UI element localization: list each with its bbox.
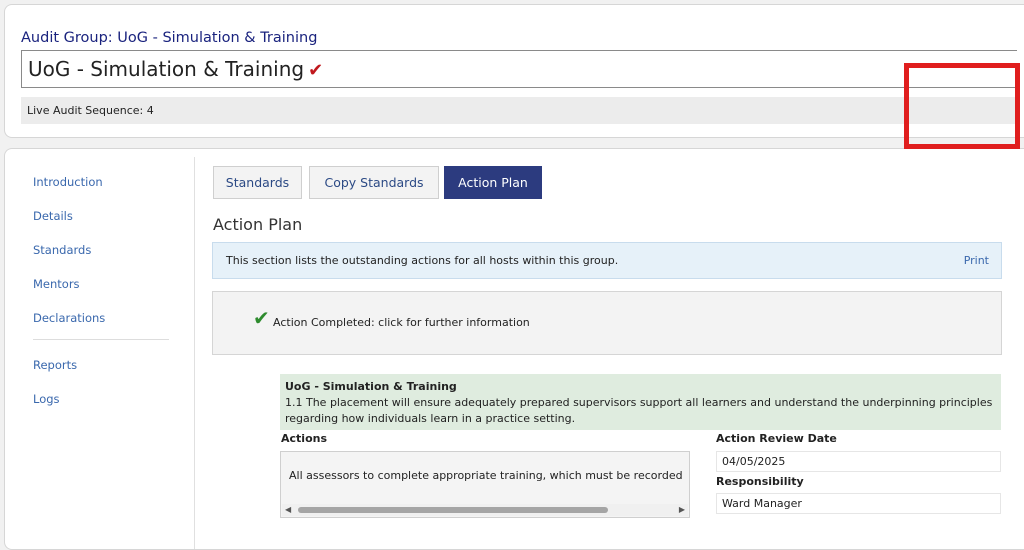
- info-text: This section lists the outstanding actio…: [226, 254, 619, 267]
- live-audit-sequence: Live Audit Sequence: 4: [21, 97, 1017, 124]
- standard-description: 1.1 The placement will ensure adequately…: [285, 396, 993, 425]
- standard-name: UoG - Simulation & Training: [285, 380, 457, 393]
- standard-box: UoG - Simulation & Training 1.1 The plac…: [280, 374, 1001, 430]
- sidebar-item-introduction[interactable]: Introduction: [33, 171, 173, 205]
- sidebar-item-reports[interactable]: Reports: [33, 354, 173, 388]
- horizontal-scrollbar[interactable]: ◀ ▶: [282, 504, 688, 516]
- actions-header: Actions: [281, 432, 327, 445]
- red-check-icon: ✔: [308, 60, 324, 81]
- green-check-icon: ✔: [253, 306, 270, 330]
- sidebar-divider: [33, 339, 169, 340]
- print-link[interactable]: Print: [964, 243, 989, 278]
- tab-action-plan[interactable]: Action Plan: [444, 166, 542, 199]
- sidebar-item-declarations[interactable]: Declarations: [33, 307, 173, 341]
- scroll-left-icon[interactable]: ◀: [285, 505, 291, 514]
- scrollbar-thumb[interactable]: [298, 507, 608, 513]
- highlight-box: [904, 63, 1020, 149]
- audit-title: UoG - Simulation & Training: [28, 57, 305, 81]
- sidebar-item-details[interactable]: Details: [33, 205, 173, 239]
- action-text: All assessors to complete appropriate tr…: [289, 469, 683, 482]
- tab-standards[interactable]: Standards: [213, 166, 302, 199]
- responsibility-header: Responsibility: [716, 475, 804, 488]
- audit-header-card: Audit Group: UoG - Simulation & Training…: [4, 4, 1024, 138]
- audit-title-box: UoG - Simulation & Training ✔: [21, 50, 1017, 88]
- sidebar-item-mentors[interactable]: Mentors: [33, 273, 173, 307]
- main-card: Introduction Details Standards Mentors D…: [4, 148, 1024, 550]
- review-date-value: 04/05/2025: [716, 451, 1001, 472]
- sidebar-item-logs[interactable]: Logs: [33, 388, 173, 422]
- sidebar-nav: Introduction Details Standards Mentors D…: [33, 171, 173, 422]
- tab-copy-standards[interactable]: Copy Standards: [309, 166, 439, 199]
- review-date-header: Action Review Date: [716, 432, 837, 445]
- sidebar-separator: [194, 157, 195, 549]
- audit-group-label: Audit Group: UoG - Simulation & Training: [21, 30, 318, 46]
- responsibility-value: Ward Manager: [716, 493, 1001, 514]
- legend-box: ✔ Action Completed: click for further in…: [212, 291, 1002, 355]
- info-bar: This section lists the outstanding actio…: [212, 242, 1002, 279]
- legend-text[interactable]: Action Completed: click for further info…: [273, 316, 530, 329]
- sidebar-item-standards[interactable]: Standards: [33, 239, 173, 273]
- scroll-right-icon[interactable]: ▶: [679, 505, 685, 514]
- action-textbox[interactable]: All assessors to complete appropriate tr…: [280, 451, 690, 518]
- section-title: Action Plan: [213, 215, 303, 234]
